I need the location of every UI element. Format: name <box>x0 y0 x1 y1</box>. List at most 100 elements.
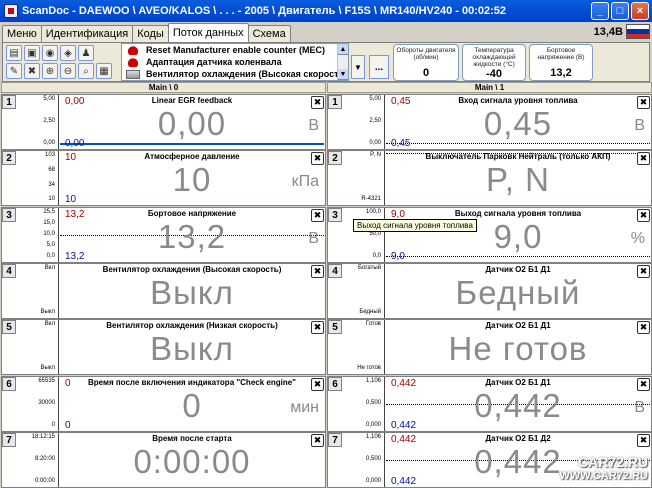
tab-data-stream[interactable]: Поток данных <box>167 23 249 42</box>
close-icon[interactable]: ✖ <box>311 433 324 447</box>
min-value: 13,2 <box>65 250 85 262</box>
close-icon[interactable]: ✖ <box>311 264 324 278</box>
list-item[interactable]: Адаптация датчика коленвала <box>122 56 348 68</box>
close-icon[interactable]: ✖ <box>311 377 324 391</box>
current-value: 0:00:00 <box>133 442 251 480</box>
graph-number: 2 <box>328 151 342 166</box>
graph-panel[interactable]: 5 Готов Не готов Датчик О2 Б1 Д1 Не готов ✖ <box>327 319 652 376</box>
close-icon[interactable]: ✖ <box>637 152 650 166</box>
graph-panel[interactable]: 6 1,106 0,500 0,000 Датчик О2 Б1 Д1 0,442 В 0,4… <box>327 375 652 432</box>
open-icon[interactable]: ▤ <box>6 45 22 61</box>
minimize-button[interactable]: _ <box>591 2 609 20</box>
settings-icon[interactable]: ♟ <box>78 45 94 61</box>
list-item[interactable]: Вентилятор охлаждения (Высокая скорость) <box>122 68 348 80</box>
chevron-down-icon[interactable]: ▼ <box>351 55 365 79</box>
current-value: 13,2 <box>157 217 227 255</box>
close-icon[interactable]: ✖ <box>311 152 324 166</box>
scale-label: Бедный <box>359 308 381 315</box>
graph-title: Датчик О2 Б1 Д1 <box>485 377 551 387</box>
zoom-out-icon[interactable]: ⊖ <box>60 63 76 79</box>
graph-panel[interactable]: 4 Вкл Выкл Вентилятор охлаждения (Высокая с… <box>1 262 326 319</box>
tab-menu[interactable]: Меню <box>2 25 42 42</box>
graph-panel[interactable]: 5 Вкл Выкл Вентилятор охлаждения (Низкая ск… <box>1 319 326 376</box>
current-value: 0,442 <box>474 386 562 424</box>
tab-codes[interactable]: Коды <box>132 25 169 42</box>
pane-header: Main \ 0 <box>1 82 326 93</box>
russian-flag-icon[interactable] <box>626 24 650 39</box>
graph-plot: Linear EGR feedback 0,00 В 0,00 0,00 ✖ <box>58 95 325 149</box>
close-icon[interactable]: ✖ <box>637 433 650 447</box>
zoom-in-icon[interactable]: ⊕ <box>42 63 58 79</box>
close-button[interactable]: × <box>631 2 649 20</box>
graph-panel[interactable]: 3 25,5 15,0 10,0 5,0 0,0 Бортовое напряжение 13… <box>1 206 326 263</box>
scale-label: 0,0 <box>46 252 55 259</box>
trace-line <box>60 143 324 145</box>
graph-scale: 5,00 2,50 0,00 <box>17 95 57 149</box>
close-icon[interactable]: ✖ <box>637 264 650 278</box>
graph-scale: 1,106 0,500 0,000 <box>343 377 383 431</box>
stop-icon[interactable]: ✖ <box>24 63 40 79</box>
graph-plot: Вентилятор охлаждения (Низкая скорость) В… <box>58 320 325 375</box>
scale-label: 18:12:15 <box>31 433 55 440</box>
graph-scale: 65535 30000 0 <box>17 377 57 431</box>
graph-panel[interactable]: 3 100,0 50,0 0,0 Выход сигнала уровня топлив… <box>327 206 652 263</box>
scroll-up-icon[interactable]: ▲ <box>338 44 348 55</box>
grid-view-icon[interactable]: ▦ <box>96 63 112 79</box>
min-value: 0,45 <box>391 138 411 149</box>
graph-number: 6 <box>328 376 342 391</box>
graph-scale: 5,00 2,50 0,00 <box>343 95 383 149</box>
tab-identification[interactable]: Идентификация <box>40 25 134 42</box>
close-icon[interactable]: ✖ <box>637 321 650 335</box>
scale-label: 65535 <box>38 377 55 384</box>
gauge-value: -40 <box>486 68 502 80</box>
close-icon[interactable]: ✖ <box>637 96 650 109</box>
graph-title: Выход сигнала уровня топлива <box>454 208 582 218</box>
list-item[interactable]: Reset Manufacturer enable counter (MEC) <box>122 44 348 56</box>
max-value: 10 <box>65 152 77 164</box>
graph-panel[interactable]: 1 5,00 2,50 0,00 Вход сигнала уровня топлива… <box>327 94 652 150</box>
gauge-value: 13,2 <box>550 67 572 79</box>
graph-panel[interactable]: 1 5,00 2,50 0,00 Linear EGR feedback 0,00 В 0,0… <box>1 94 326 150</box>
min-value: 0,00 <box>65 138 85 149</box>
min-value: 0,442 <box>391 419 417 431</box>
red-car-icon <box>126 45 140 55</box>
graph-panel[interactable]: 7 18:12:15 8:20:00 0:00:00 Время после старт… <box>1 431 326 488</box>
graph-number: 1 <box>328 95 342 109</box>
edit-icon[interactable]: ✎ <box>6 63 22 79</box>
graph-panel[interactable]: 2 P, N R-4321 Выключатель Парковк Нейтраль … <box>327 150 652 207</box>
grey-toggle-icon <box>126 69 140 79</box>
graph-plot: Вход сигнала уровня топлива 0,45 В 0,45 0,45… <box>384 95 651 149</box>
maximize-button[interactable]: □ <box>611 2 629 20</box>
car-icon[interactable]: ◈ <box>60 45 76 61</box>
record-icon[interactable]: ◉ <box>42 45 58 61</box>
toolbar: ▤ ▣ ◉ ◈ ♟ ✎ ✖ ⊕ ⊖ ⌕ ▦ Reset Manufacturer… <box>2 42 650 82</box>
graph-scale: P, N R-4321 <box>343 151 383 205</box>
scroll-down-icon[interactable]: ▼ <box>338 69 348 80</box>
graph-panel[interactable]: 2 103 68 34 10 Атмосферное давление 10 кПа 10 10 ✖ <box>1 150 326 207</box>
max-value: 9,0 <box>391 208 405 220</box>
scale-label: 0 <box>51 421 55 428</box>
close-icon[interactable]: ✖ <box>311 208 324 222</box>
max-value: 0 <box>65 377 71 389</box>
graph-panel[interactable]: 4 Богатый Бедный Датчик О2 Б1 Д1 Бедный ✖ <box>327 262 652 319</box>
close-icon[interactable]: ✖ <box>637 208 650 222</box>
graph-scale: Готов Не готов <box>343 320 383 374</box>
current-value: Не готов <box>448 330 588 368</box>
more-button[interactable]: ... <box>369 55 389 79</box>
graph-plot: Датчик О2 Б1 Д1 Бедный ✖ <box>384 263 651 318</box>
graph-panel[interactable]: 6 65535 30000 0 Время после включения индика… <box>1 375 326 432</box>
list-scrollbar[interactable]: ▲ ▼ <box>337 44 348 80</box>
scale-label: Выкл <box>40 308 55 315</box>
close-icon[interactable]: ✖ <box>637 377 650 391</box>
close-icon[interactable]: ✖ <box>311 96 324 109</box>
graph-number: 6 <box>2 376 16 391</box>
scale-label: 34 <box>48 181 55 188</box>
search-icon[interactable]: ⌕ <box>78 63 94 79</box>
scale-label: 10,0 <box>43 230 55 237</box>
graph-number: 5 <box>2 320 16 335</box>
scale-label: 2,50 <box>369 118 381 124</box>
function-list[interactable]: Reset Manufacturer enable counter (MEC) … <box>121 43 349 81</box>
save-icon[interactable]: ▣ <box>24 45 40 61</box>
close-icon[interactable]: ✖ <box>311 321 324 335</box>
tab-schema[interactable]: Схема <box>247 25 291 42</box>
